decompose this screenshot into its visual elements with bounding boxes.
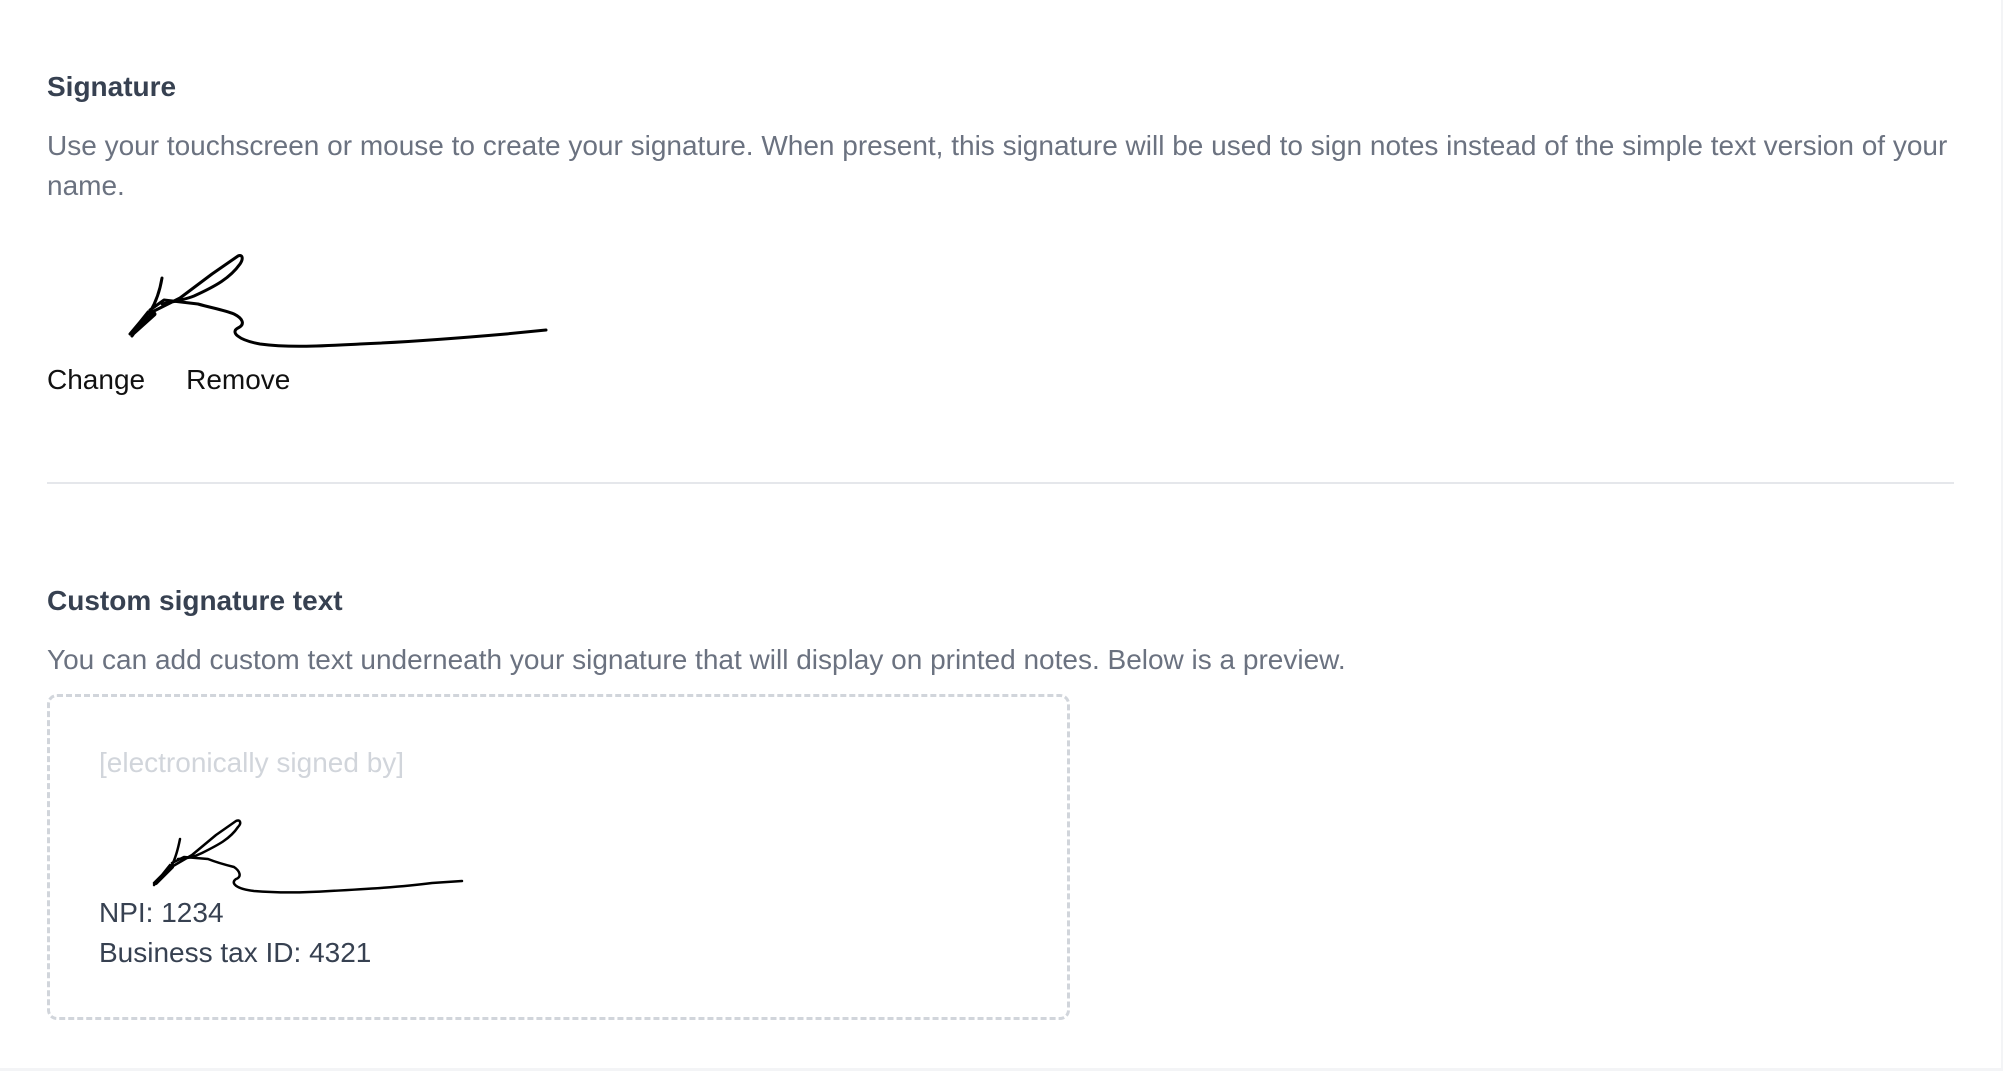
change-signature-button[interactable]: Change	[47, 364, 145, 396]
signature-description: Use your touchscreen or mouse to create …	[47, 129, 1948, 201]
preview-placeholder-text: [electronically signed by]	[99, 747, 405, 778]
signature-image	[128, 254, 548, 348]
preview-custom-text: NPI: 1234 Business tax ID: 4321	[99, 893, 371, 973]
preview-tax-id-line: Business tax ID: 4321	[99, 937, 372, 968]
signature-preview-box: [electronically signed by] NPI: 1234 Bus…	[47, 694, 1070, 1020]
signature-title: Signature	[47, 71, 177, 102]
preview-signature-image	[152, 819, 464, 894]
remove-signature-button[interactable]: Remove	[186, 364, 290, 396]
custom-signature-section: Custom signature text You can add custom…	[47, 584, 1954, 680]
signature-actions: Change Remove	[47, 364, 290, 396]
custom-signature-title: Custom signature text	[47, 585, 343, 616]
preview-npi-line: NPI: 1234	[99, 897, 224, 928]
custom-signature-description: You can add custom text underneath your …	[47, 643, 1346, 675]
signature-section: Signature Use your touchscreen or mouse …	[47, 70, 1954, 206]
section-divider	[47, 482, 1954, 484]
settings-panel: Signature Use your touchscreen or mouse …	[0, 0, 2001, 1068]
